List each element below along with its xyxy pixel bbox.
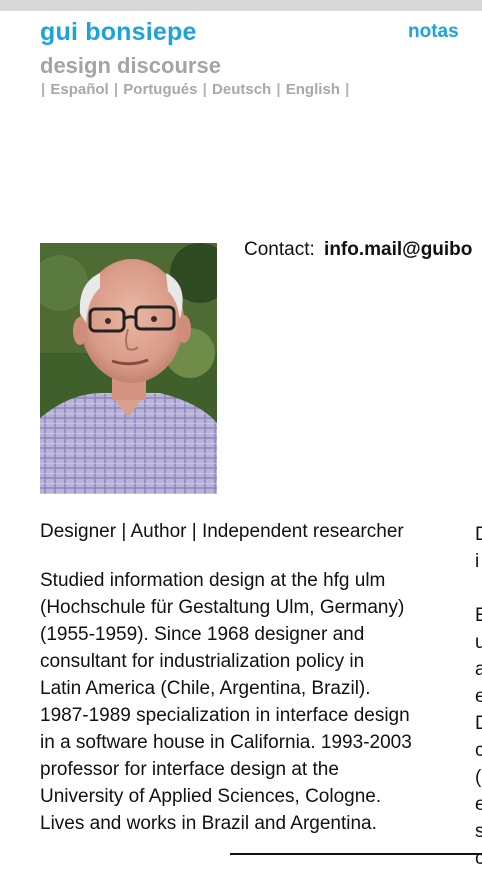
notas-link[interactable]: notas (408, 21, 459, 43)
contact-line: Contact: info.mail@guibo (244, 239, 472, 261)
bio-line: Lives and works in Brazil and Argentina. (40, 813, 377, 834)
right-col-fragment: e (475, 794, 482, 815)
portrait-photo (40, 243, 217, 494)
bio-line: (1955-1959). Since 1968 designer and (40, 624, 365, 645)
lang-link-deutsch[interactable]: Deutsch (212, 81, 271, 98)
lang-link-english[interactable]: English (286, 81, 340, 98)
lang-separator: | (276, 81, 281, 98)
site-subtitle: design discourse (40, 53, 221, 78)
bio-line: Latin America (Chile, Argentina, Brazil)… (40, 678, 371, 699)
right-col-fragment: a (475, 659, 482, 680)
lang-separator: | (202, 81, 207, 98)
right-col-fragment (475, 575, 482, 602)
lang-separator: | (113, 81, 119, 98)
bottom-divider (230, 853, 482, 855)
top-bar (0, 0, 482, 11)
right-column-clipped-text: D i E u a e D c ( e s c (475, 521, 482, 872)
bio-line: in a software house in California. 1993-… (40, 732, 412, 753)
portrait-photo-drawing (40, 243, 217, 494)
right-col-fragment: c (475, 848, 482, 869)
bio-line: University of Applied Sciences, Cologne. (40, 786, 382, 807)
lang-link-portugues[interactable]: Portugués (123, 81, 197, 98)
site-title[interactable]: gui bonsiepe (40, 18, 197, 47)
right-col-fragment: ( (475, 767, 482, 788)
right-col-fragment: E (475, 605, 482, 626)
bio-line: (Hochschule für Gestaltung Ulm, Germany) (40, 597, 405, 618)
bio-line: Studied information design at the hfg ul… (40, 570, 386, 591)
language-bar: | Español | Portugués | Deutsch | Englis… (40, 81, 350, 98)
bio-line: professor for interface design at the (40, 759, 339, 780)
right-col-fragment: u (475, 632, 482, 653)
lang-link-espanol[interactable]: Español (50, 81, 108, 98)
right-col-fragment: s (475, 821, 482, 842)
right-col-fragment: e (475, 686, 482, 707)
right-col-fragment: D (475, 524, 482, 545)
right-col-fragment: c (475, 740, 482, 761)
roles-line: Designer | Author | Independent research… (40, 521, 404, 542)
bio-line: consultant for industrialization policy … (40, 651, 365, 672)
right-col-fragment: D (475, 713, 482, 734)
bio-line: 1987-1989 specialization in interface de… (40, 705, 410, 726)
right-col-fragment: i (475, 551, 480, 572)
biography-text: Studied information design at the hfg ul… (40, 567, 450, 837)
lang-separator: | (345, 81, 350, 98)
contact-email-link[interactable]: info.mail@guibo (324, 239, 472, 260)
contact-label: Contact: (244, 239, 315, 260)
lang-separator: | (41, 81, 46, 98)
